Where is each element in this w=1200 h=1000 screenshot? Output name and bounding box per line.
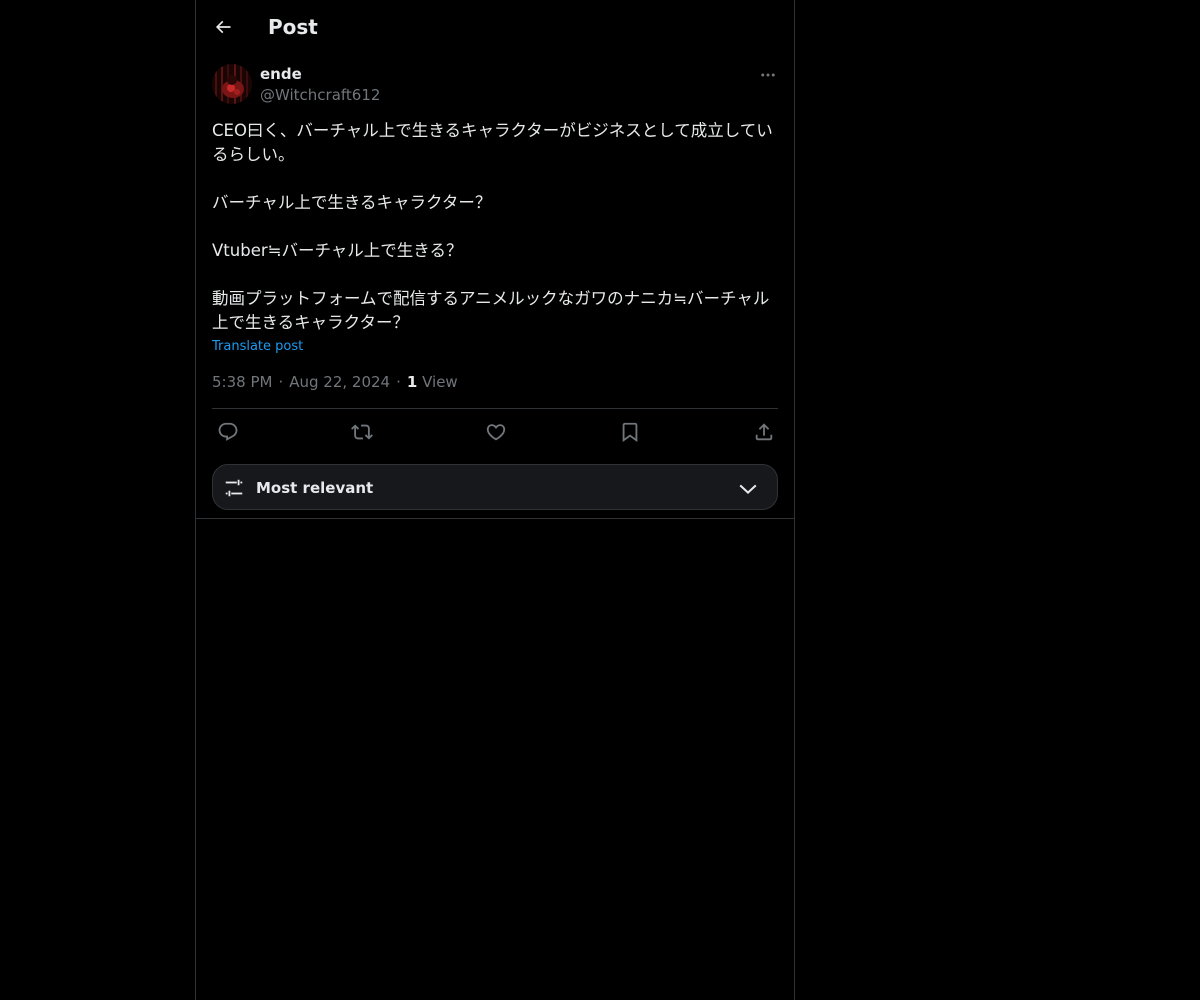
post-paragraph: CEO曰く、バーチャル上で生きるキャラクターがビジネスとして成立しているらしい。 (212, 121, 773, 164)
post-date[interactable]: Aug 22, 2024 (289, 373, 390, 391)
author-handle[interactable]: @Witchcraft612 (260, 85, 380, 105)
section-divider (196, 518, 794, 519)
view-count: 1 (406, 373, 418, 391)
post-paragraph: 動画プラットフォームで配信するアニメルックなガワのナニカ≒バーチャル上で生きるキ… (212, 289, 770, 332)
repost-button[interactable] (349, 419, 375, 445)
page-header: Post (196, 0, 794, 54)
avatar-image (212, 64, 252, 104)
bookmark-button[interactable] (617, 419, 643, 445)
more-options-button[interactable] (752, 64, 784, 86)
post-paragraph: Vtuber≒バーチャル上で生きる？ (212, 241, 463, 260)
translate-post-link[interactable]: Translate post (212, 338, 303, 356)
post-paragraph: バーチャル上で生きるキャラクター？ (212, 193, 492, 212)
page-title: Post (268, 15, 318, 39)
divider (212, 408, 778, 409)
post-meta: 5:38 PM · Aug 22, 2024 · 1 View (212, 372, 458, 392)
chevron-down-icon (739, 484, 757, 495)
back-button[interactable] (207, 11, 239, 43)
heart-icon (486, 424, 506, 441)
like-button[interactable] (483, 419, 509, 445)
arrow-left-icon (215, 20, 231, 34)
post-text: CEO曰く、バーチャル上で生きるキャラクターがビジネスとして成立しているらしい。… (212, 119, 778, 335)
meta-separator: · (278, 373, 284, 391)
author-display-name[interactable]: ende (260, 64, 302, 84)
view-label: View (422, 373, 458, 391)
sliders-icon (225, 479, 243, 497)
sort-label: Most relevant (256, 479, 374, 497)
meta-separator: · (396, 373, 401, 391)
reply-icon (218, 422, 238, 441)
share-icon (755, 423, 773, 441)
post-time[interactable]: 5:38 PM (212, 373, 272, 391)
bookmark-icon (622, 422, 638, 443)
share-button[interactable] (751, 419, 777, 445)
repost-icon (351, 424, 373, 440)
main-column: Post ende @Witchcraft612 CEO曰く、バーチャル上で生き… (195, 0, 795, 1000)
more-horizontal-icon (761, 73, 775, 77)
reply-button[interactable] (215, 419, 241, 445)
avatar[interactable] (212, 64, 252, 104)
sort-replies-dropdown[interactable]: Most relevant (212, 464, 778, 510)
